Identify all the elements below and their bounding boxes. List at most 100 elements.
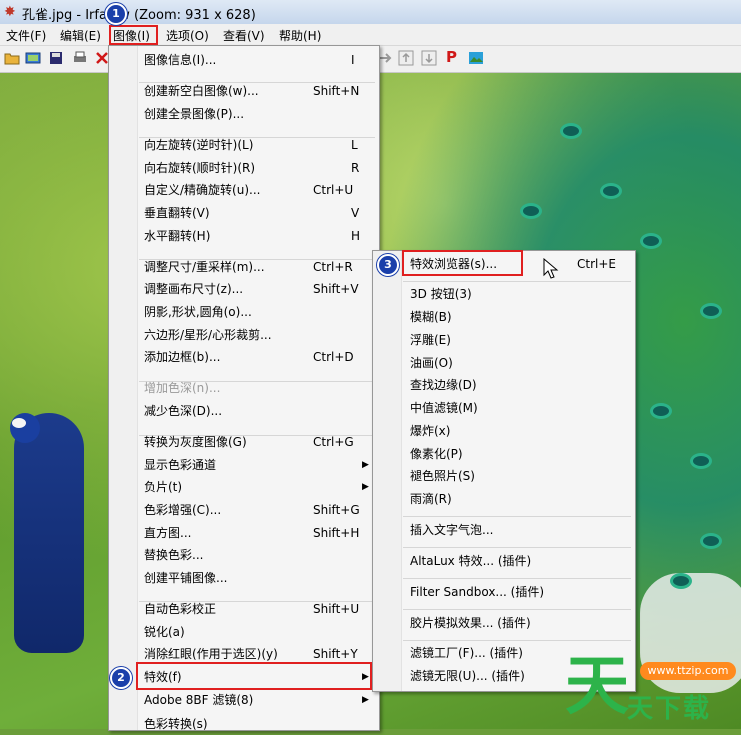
menu-item-label: 胶片模拟效果... (插件) — [410, 616, 531, 630]
submenu-arrow-icon: ▶ — [362, 460, 369, 470]
menu-item-label: Adobe 8BF 滤镜(8) — [144, 693, 254, 707]
image-menu-item[interactable]: 垂直翻转(V) V — [109, 202, 377, 224]
menu-separator — [403, 609, 631, 610]
menu-item-shortcut: Shift+H — [313, 526, 360, 540]
menu-item-label: 向左旋转(逆时针)(L) — [144, 138, 254, 152]
menu-item-label: 滤镜无限(U)... (插件) — [410, 669, 525, 683]
image-menu-item[interactable]: 创建全景图像(P)... — [109, 103, 377, 125]
menu-item-label: AltaLux 特效... (插件) — [410, 554, 532, 568]
highlight-effects-browser — [402, 250, 523, 276]
menu-file[interactable]: 文件(F) — [6, 27, 46, 44]
image-menu-item[interactable]: 显示色彩通道 ▶ — [109, 454, 377, 476]
image-menu-item[interactable]: 创建新空白图像(w)... Shift+N — [109, 80, 377, 102]
print-icon[interactable] — [72, 50, 88, 66]
effects-menu-item[interactable]: 浮雕(E) — [373, 329, 633, 351]
highlight-effects-item — [136, 662, 372, 690]
menu-item-label: 像素化(P) — [410, 447, 463, 461]
down-icon[interactable] — [421, 50, 437, 66]
submenu-arrow-icon: ▶ — [362, 482, 369, 492]
menu-item-label: 自定义/精确旋转(u)... — [144, 183, 261, 197]
menu-options[interactable]: 选项(O) — [166, 27, 209, 44]
menu-item-label: 爆炸(x) — [410, 424, 451, 438]
menu-item-label: 色彩转换(s) — [144, 717, 208, 731]
menu-separator — [403, 547, 631, 548]
effects-menu-item[interactable]: 爆炸(x) — [373, 420, 633, 442]
irfanview-app-icon: ✸ — [4, 4, 16, 20]
save-icon[interactable] — [48, 50, 64, 66]
menu-item-label: 减少色深(D)... — [144, 404, 223, 418]
effects-menu-item[interactable]: 像素化(P) — [373, 443, 633, 465]
menu-item-label: 锐化(a) — [144, 625, 185, 639]
menu-item-label: 阴影,形状,圆角(o)... — [144, 305, 252, 319]
menu-item-label: 创建全景图像(P)... — [144, 107, 245, 121]
watermark-brand: 天下载 — [627, 694, 712, 724]
effects-menu-item[interactable]: 中值滤镜(M) — [373, 397, 633, 419]
image-menu-item[interactable]: 锐化(a) — [109, 621, 377, 643]
image-menu-item[interactable]: 向右旋转(顺时针)(R) R — [109, 157, 377, 179]
image-menu-item[interactable]: 向左旋转(逆时针)(L) L — [109, 134, 377, 156]
effects-menu-item[interactable]: 插入文字气泡... — [373, 519, 633, 541]
menu-item-shortcut: L — [351, 138, 358, 152]
menu-item-label: 褪色照片(S) — [410, 469, 475, 483]
menu-view[interactable]: 查看(V) — [223, 27, 265, 44]
menu-item-label: 中值滤镜(M) — [410, 401, 478, 415]
up-icon[interactable] — [398, 50, 414, 66]
image-edit-icon[interactable] — [468, 50, 484, 66]
paint-icon[interactable]: P — [446, 49, 462, 65]
mouse-cursor-icon — [543, 258, 559, 279]
image-menu-item[interactable]: 创建平铺图像... — [109, 567, 377, 589]
effects-menu-item[interactable]: Filter Sandbox... (插件) — [373, 581, 633, 603]
image-menu-item[interactable]: 负片(t) ▶ — [109, 476, 377, 498]
effects-menu-item[interactable]: 褪色照片(S) — [373, 465, 633, 487]
menu-edit[interactable]: 编辑(E) — [60, 27, 101, 44]
image-menu-item[interactable]: 色彩增强(C)... Shift+G — [109, 499, 377, 521]
menu-item-label: 调整画布尺寸(z)... — [144, 282, 244, 296]
arrow-right-icon[interactable] — [378, 50, 394, 66]
effects-menu-item[interactable]: 油画(O) — [373, 352, 633, 374]
menu-item-label: 色彩增强(C)... — [144, 503, 222, 517]
menu-item-label: 油画(O) — [410, 356, 453, 370]
menu-separator — [403, 640, 631, 641]
image-menu-item[interactable]: 替换色彩... — [109, 544, 377, 566]
image-menu-item[interactable]: 水平翻转(H) H — [109, 225, 377, 247]
effects-menu-item[interactable]: AltaLux 特效... (插件) — [373, 550, 633, 572]
image-menu-item[interactable]: 图像信息(I)... I — [109, 49, 377, 71]
effects-menu-item[interactable]: 查找边缘(D) — [373, 374, 633, 396]
menu-item-label: 向右旋转(顺时针)(R) — [144, 161, 256, 175]
image-menu-item[interactable]: 直方图... Shift+H — [109, 522, 377, 544]
menu-item-label: 图像信息(I)... — [144, 53, 217, 67]
menu-item-shortcut: H — [351, 229, 361, 243]
image-menu-item[interactable]: 调整尺寸/重采样(m)... Ctrl+R — [109, 256, 377, 278]
menu-item-label: 自动色彩校正 — [144, 602, 217, 616]
menu-help[interactable]: 帮助(H) — [279, 27, 321, 44]
effects-menu-item[interactable]: 雨滴(R) — [373, 488, 633, 510]
effects-menu-item[interactable]: 胶片模拟效果... (插件) — [373, 612, 633, 634]
menu-item-label: 调整尺寸/重采样(m)... — [144, 260, 265, 274]
watermark-url: www.ttzip.com — [640, 662, 736, 680]
image-menu-item[interactable]: 添加边框(b)... Ctrl+D — [109, 346, 377, 368]
image-menu-item[interactable]: 自定义/精确旋转(u)... Ctrl+U — [109, 179, 377, 201]
open-folder-icon[interactable] — [4, 50, 20, 66]
image-menu-item[interactable]: 色彩转换(s) — [109, 713, 377, 735]
menu-item-shortcut: R — [351, 161, 360, 175]
image-menu-item[interactable]: 自动色彩校正 Shift+U — [109, 598, 377, 620]
image-menu-item[interactable]: 增加色深(n)... — [109, 377, 377, 399]
effects-menu-item[interactable]: 3D 按钮(3) — [373, 283, 633, 305]
menu-item-shortcut: Ctrl+R — [313, 260, 353, 274]
image-menu-item[interactable]: 调整画布尺寸(z)... Shift+V — [109, 278, 377, 300]
menu-item-label: 负片(t) — [144, 480, 183, 494]
menu-item-label: 创建新空白图像(w)... — [144, 84, 259, 98]
effects-menu-item[interactable]: 模糊(B) — [373, 306, 633, 328]
image-menu-item[interactable]: 阴影,形状,圆角(o)... — [109, 301, 377, 323]
image-menu-item[interactable]: 转换为灰度图像(G) Ctrl+G — [109, 431, 377, 453]
effects-submenu: 特效浏览器(s)... Ctrl+E 3D 按钮(3) 模糊(B) 浮雕(E) 油画(O)… — [372, 250, 636, 692]
menu-item-label: 插入文字气泡... — [410, 523, 494, 537]
menu-separator — [403, 578, 631, 579]
menu-separator — [403, 516, 631, 517]
image-menu-item[interactable]: Adobe 8BF 滤镜(8) ▶ — [109, 689, 377, 711]
menu-item-shortcut: Shift+V — [313, 282, 359, 296]
slideshow-icon[interactable] — [25, 50, 41, 66]
image-menu-item[interactable]: 减少色深(D)... — [109, 400, 377, 422]
menu-item-label: Filter Sandbox... (插件) — [410, 585, 545, 599]
image-menu-item[interactable]: 六边形/星形/心形裁剪... — [109, 324, 377, 346]
